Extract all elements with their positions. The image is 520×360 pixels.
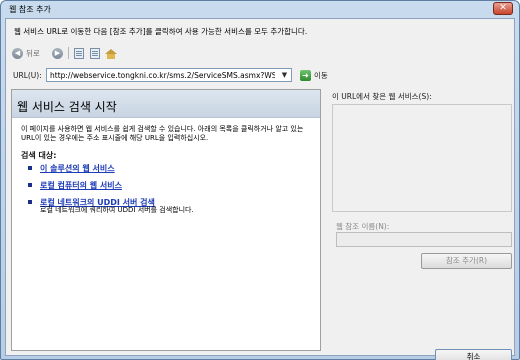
url-dropdown-arrow-icon[interactable]: ▼ [278, 69, 291, 81]
intro-text: 웹 서비스 URL로 이동한 다음 [참조 추가]를 클릭하여 사용 가능한 서… [14, 27, 308, 36]
stop-page-icon [74, 47, 84, 59]
cancel-button[interactable]: 취소 [435, 349, 512, 360]
browser-pane: 웹 서비스 검색 시작 이 페이지를 사용하면 웹 서비스를 쉽게 검색할 수 … [11, 89, 321, 351]
home-button[interactable] [105, 45, 117, 61]
web-reference-name-input[interactable] [336, 232, 512, 247]
browser-page-title: 웹 서비스 검색 시작 [17, 100, 117, 114]
browser-description: 이 페이지를 사용하면 웹 서비스를 쉽게 검색할 수 있습니다. 아래의 목록… [21, 125, 304, 142]
uddi-link-note: 로컬 네트워크에 쿼리하여 UDDI 서버를 검색합니다. [40, 206, 194, 214]
back-button[interactable]: ◀ 뒤로 [12, 45, 40, 61]
add-web-reference-dialog: 웹 참조 추가 ✕ 웹 서비스 URL로 이동한 다음 [참조 추가]를 클릭하… [0, 0, 520, 360]
link-local-machine-services[interactable]: 로컬 컴퓨터의 웹 서비스 [40, 181, 122, 190]
search-heading: 검색 대상: [21, 151, 57, 160]
url-label: URL(U): [13, 71, 42, 80]
stop-button[interactable] [74, 45, 84, 61]
forward-button[interactable]: ▶ [52, 45, 63, 61]
add-reference-button[interactable]: 참조 추가(R) [421, 253, 512, 269]
bullet-icon [28, 166, 32, 170]
close-icon: ✕ [499, 3, 507, 13]
found-services-list[interactable] [332, 104, 512, 212]
list-item: 로컬 컴퓨터의 웹 서비스 [28, 180, 155, 197]
back-arrow-icon: ◀ [12, 47, 23, 59]
list-item: 이 솔루션의 웹 서비스 [28, 163, 155, 180]
toolbar: ◀ 뒤로 ▶ [12, 45, 312, 61]
url-input[interactable] [46, 68, 292, 82]
dialog-client-area: 웹 서비스 URL로 이동한 다음 [참조 추가]를 클릭하여 사용 가능한 서… [5, 18, 515, 360]
go-button[interactable]: ➜ 이동 [300, 68, 328, 82]
browser-header: 웹 서비스 검색 시작 [12, 90, 320, 118]
forward-arrow-icon: ▶ [52, 47, 63, 59]
bullet-icon [28, 183, 32, 187]
web-reference-name-label: 웹 참조 이름(N): [336, 222, 390, 231]
title-bar: 웹 참조 추가 ✕ [1, 1, 519, 18]
go-arrow-icon: ➜ [300, 69, 311, 81]
link-solution-services[interactable]: 이 솔루션의 웹 서비스 [40, 164, 115, 173]
close-button[interactable]: ✕ [493, 2, 513, 15]
found-services-label: 이 URL에서 찾은 웹 서비스(S): [332, 92, 432, 101]
home-icon [105, 48, 117, 59]
window-title: 웹 참조 추가 [9, 5, 51, 14]
toolbar-separator [68, 47, 69, 59]
back-label: 뒤로 [26, 48, 40, 58]
refresh-page-icon [90, 47, 100, 59]
bullet-icon [28, 200, 32, 204]
go-label: 이동 [314, 70, 328, 80]
refresh-button[interactable] [90, 45, 100, 61]
